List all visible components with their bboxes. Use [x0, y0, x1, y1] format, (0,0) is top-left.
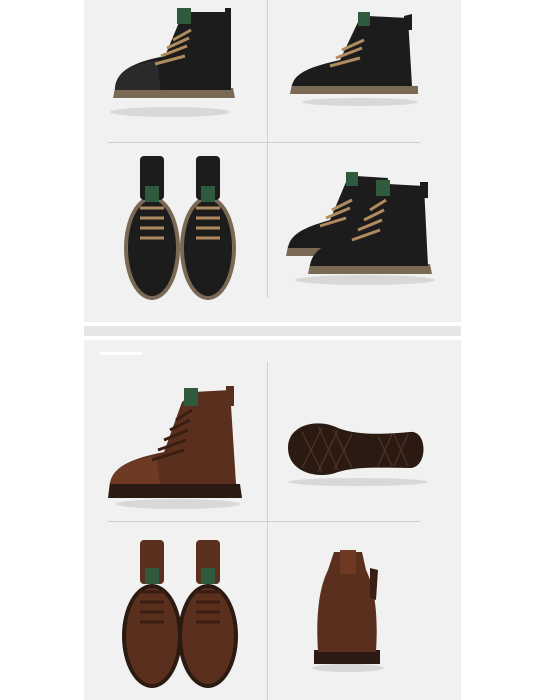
black-boots-pair-angled-image: [280, 160, 460, 320]
black-boot-side-left-image: [95, 0, 275, 160]
black-boots-top-pair-image: [110, 148, 290, 308]
brown-boot-side-left-image: [100, 380, 280, 540]
brown-boots-top-pair-image: [110, 532, 290, 692]
decorative-tag: [100, 352, 142, 355]
brown-boot-back-image: [300, 540, 480, 700]
black-boot-side-right-image: [280, 0, 460, 160]
section-separator: [84, 326, 461, 336]
